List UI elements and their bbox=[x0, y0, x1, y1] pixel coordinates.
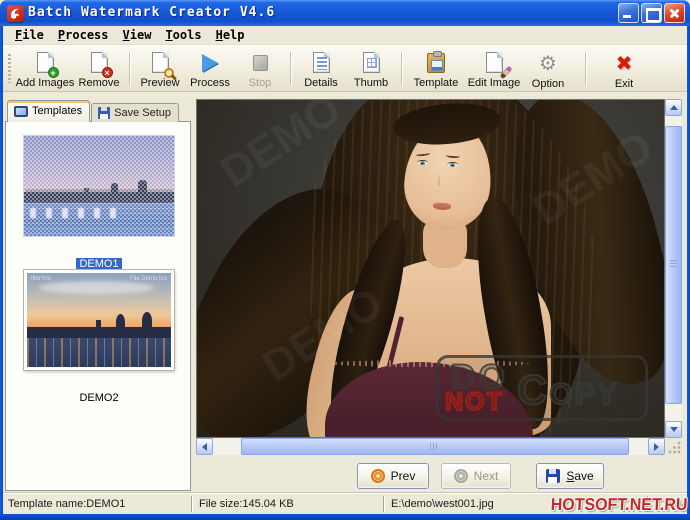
status-divider bbox=[383, 496, 385, 512]
menu-process[interactable]: Process bbox=[51, 27, 116, 43]
template-item-demo2[interactable]: IlforYoo File Demo Ico DEMO2 bbox=[6, 270, 192, 406]
left-panel: Templates Save Setup DEMO1 bbox=[5, 100, 192, 492]
photo-canvas[interactable]: DEMO DEMO DEMO DO COPY NOT bbox=[196, 99, 665, 438]
next-button: Next bbox=[441, 463, 511, 489]
menu-view[interactable]: View bbox=[116, 27, 159, 43]
toolbar-stop: Stop bbox=[235, 48, 285, 89]
template-item-demo1[interactable]: DEMO1 bbox=[6, 136, 192, 272]
add-images-icon: + bbox=[37, 51, 54, 74]
stop-icon bbox=[253, 51, 268, 74]
window-controls bbox=[618, 3, 685, 23]
photo-face-detail bbox=[438, 172, 440, 186]
hotsoft-watermark: HOTSOFT.NET.RU bbox=[550, 495, 688, 515]
stamp-word-copy: COPY bbox=[517, 366, 619, 414]
save-setup-tab-icon bbox=[98, 107, 110, 119]
scroll-up-button[interactable] bbox=[665, 99, 682, 116]
toolbar-details[interactable]: Details bbox=[296, 48, 346, 89]
templates-list: DEMO1 IlforYoo File Demo Ico DEMO2 bbox=[5, 121, 191, 491]
remove-icon: × bbox=[91, 51, 108, 74]
toolbar-grip[interactable] bbox=[7, 54, 12, 83]
prev-icon bbox=[371, 469, 385, 483]
template-thumbnail-demo1[interactable] bbox=[24, 136, 174, 236]
toolbar-option[interactable]: Option bbox=[523, 48, 573, 89]
demo2-preview-image: IlforYoo File Demo Ico bbox=[27, 273, 171, 367]
image-viewer: DEMO DEMO DEMO DO COPY NOT bbox=[196, 99, 682, 455]
app-logo-icon bbox=[7, 5, 24, 22]
toolbar-add-images[interactable]: + Add Images bbox=[16, 48, 74, 89]
scroll-left-button[interactable] bbox=[196, 438, 213, 455]
scroll-down-button[interactable] bbox=[665, 421, 682, 438]
maximize-button[interactable] bbox=[641, 3, 662, 23]
demo1-selection-checker bbox=[24, 136, 174, 236]
toolbar-process[interactable]: Process bbox=[185, 48, 235, 89]
app-window: Batch Watermark Creator V4.6 File Proces… bbox=[0, 0, 690, 520]
menu-bar: File Process View Tools Help bbox=[3, 26, 687, 45]
up-arrow-icon bbox=[670, 105, 678, 110]
edit-image-icon bbox=[486, 51, 503, 74]
toolbar-template[interactable]: Template bbox=[407, 48, 465, 89]
toolbar-remove[interactable]: × Remove bbox=[74, 48, 124, 89]
tab-templates[interactable]: Templates bbox=[7, 100, 90, 122]
toolbar-separator bbox=[585, 52, 586, 85]
tab-save-setup-label: Save Setup bbox=[114, 107, 171, 119]
status-file-path: E:\demo\west001.jpg bbox=[391, 498, 494, 510]
process-icon bbox=[202, 51, 218, 74]
toolbar: + Add Images × Remove Preview Process St… bbox=[3, 45, 687, 92]
photo-face-detail bbox=[447, 162, 458, 167]
toolbar-separator bbox=[401, 52, 402, 85]
tab-save-setup[interactable]: Save Setup bbox=[91, 103, 179, 122]
vertical-scrollbar[interactable] bbox=[665, 99, 682, 438]
next-icon bbox=[454, 469, 468, 483]
status-template-name: Template name:DEMO1 bbox=[8, 498, 125, 510]
menu-help[interactable]: Help bbox=[209, 27, 252, 43]
status-divider bbox=[191, 496, 193, 512]
status-file-size: File size:145.04 KB bbox=[199, 498, 294, 510]
scroll-right-button[interactable] bbox=[648, 438, 665, 455]
templates-tab-icon bbox=[14, 106, 28, 117]
toolbar-exit[interactable]: Exit bbox=[599, 48, 649, 89]
save-button[interactable]: Save bbox=[536, 463, 604, 489]
horizontal-scrollbar[interactable] bbox=[196, 438, 665, 455]
down-arrow-icon bbox=[670, 427, 678, 432]
preview-icon bbox=[152, 51, 169, 74]
right-arrow-icon bbox=[654, 443, 659, 451]
demo2-watermark-left: IlforYoo bbox=[31, 276, 51, 282]
viewer-resize-grip[interactable] bbox=[665, 438, 682, 455]
menu-tools[interactable]: Tools bbox=[158, 27, 208, 43]
prev-button[interactable]: Prev bbox=[357, 463, 429, 489]
do-not-copy-watermark: DO COPY NOT bbox=[436, 355, 648, 421]
left-panel-tabs: Templates Save Setup bbox=[7, 100, 179, 122]
exit-icon bbox=[616, 51, 633, 75]
toolbar-edit-image[interactable]: Edit Image bbox=[465, 48, 523, 89]
vertical-scrollbar-thumb[interactable] bbox=[665, 126, 682, 404]
template-label-demo2[interactable]: DEMO2 bbox=[76, 392, 121, 405]
details-icon bbox=[313, 51, 330, 74]
title-bar[interactable]: Batch Watermark Creator V4.6 bbox=[0, 0, 690, 26]
demo2-watermark-right: File Demo Ico bbox=[130, 276, 167, 282]
toolbar-separator bbox=[129, 52, 130, 85]
horizontal-scrollbar-thumb[interactable] bbox=[241, 438, 629, 455]
close-button[interactable] bbox=[664, 3, 685, 23]
option-gear-icon bbox=[539, 51, 557, 75]
toolbar-separator bbox=[290, 52, 291, 85]
photo-face-detail bbox=[417, 160, 428, 165]
toolbar-thumb[interactable]: Thumb bbox=[346, 48, 396, 89]
tab-templates-label: Templates bbox=[32, 105, 82, 117]
template-icon bbox=[427, 51, 445, 74]
window-border-left bbox=[0, 24, 3, 520]
save-floppy-icon bbox=[546, 469, 560, 483]
thumb-icon bbox=[363, 51, 380, 74]
window-title: Batch Watermark Creator V4.6 bbox=[28, 0, 275, 26]
toolbar-preview[interactable]: Preview bbox=[135, 48, 185, 89]
minimize-button[interactable] bbox=[618, 3, 639, 23]
template-thumbnail-demo2[interactable]: IlforYoo File Demo Ico bbox=[24, 270, 174, 370]
left-arrow-icon bbox=[202, 443, 207, 451]
stamp-word-not: NOT bbox=[445, 388, 504, 417]
menu-file[interactable]: File bbox=[8, 27, 51, 43]
